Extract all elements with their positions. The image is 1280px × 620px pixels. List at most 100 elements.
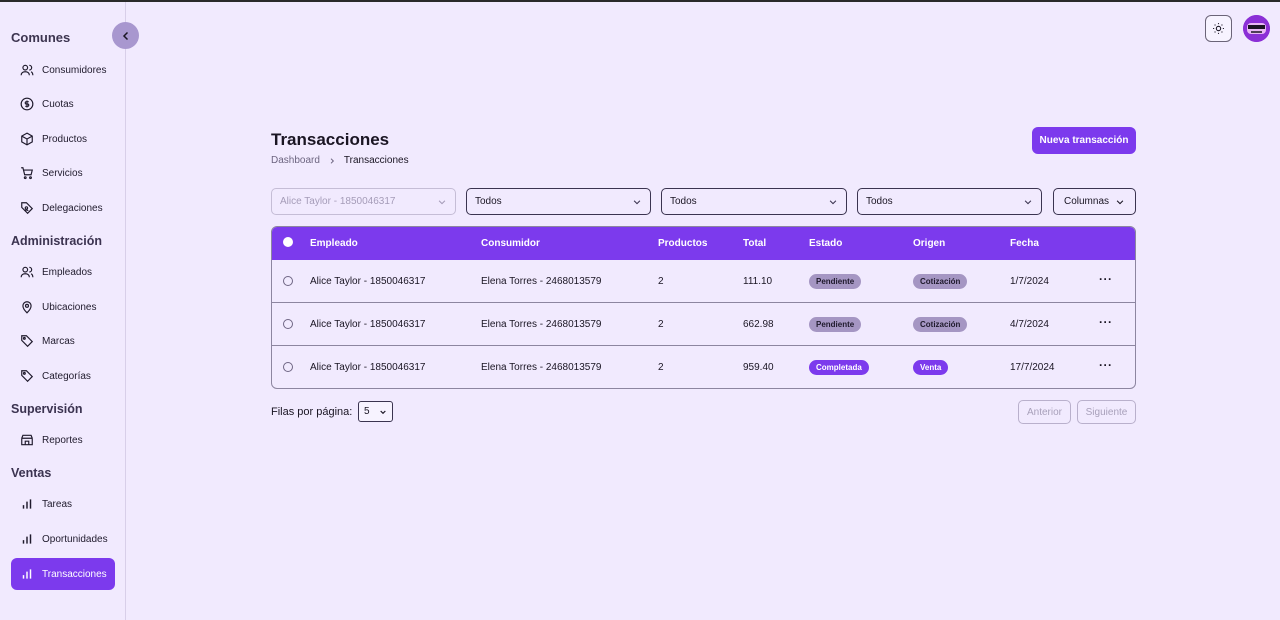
avatar[interactable] xyxy=(1243,15,1270,42)
sidebar-item-label: Transacciones xyxy=(42,568,107,580)
filter-value: Todos xyxy=(670,196,697,207)
next-page-button[interactable]: Siguiente xyxy=(1077,400,1136,424)
consumer-filter-select[interactable]: Todos xyxy=(466,188,651,215)
sidebar-item-productos[interactable]: Productos xyxy=(11,123,115,155)
row-select-radio[interactable] xyxy=(283,319,293,329)
chevron-left-icon xyxy=(122,31,128,40)
sidebar-item-reportes[interactable]: Reportes xyxy=(11,424,115,456)
sidebar-heading-supervision: Supervisión xyxy=(11,402,83,416)
sidebar-item-label: Servicios xyxy=(42,167,83,179)
breadcrumb-current: Transacciones xyxy=(343,155,409,166)
breadcrumb: Dashboard Transacciones xyxy=(271,155,409,166)
sidebar-item-marcas[interactable]: Marcas xyxy=(11,325,115,357)
store-icon xyxy=(21,434,33,446)
row-select-radio[interactable] xyxy=(283,276,293,286)
filter-value: Todos xyxy=(866,196,893,207)
row-actions-button[interactable]: ··· xyxy=(1099,315,1113,329)
filter-value: Todos xyxy=(475,196,502,207)
sun-icon xyxy=(1213,23,1224,34)
sidebar-item-tareas[interactable]: Tareas xyxy=(11,488,115,520)
new-transaction-button[interactable]: Nueva transacción xyxy=(1032,127,1136,154)
transactions-table: Empleado Consumidor Productos Total Esta… xyxy=(271,226,1136,389)
origin-badge: Venta xyxy=(913,360,949,375)
sidebar-item-label: Marcas xyxy=(42,335,75,347)
rows-per-page-value: 5 xyxy=(364,406,370,417)
bar-chart-icon xyxy=(22,569,32,579)
collapse-sidebar-button[interactable] xyxy=(112,22,139,49)
map-pin-icon xyxy=(22,301,32,314)
row-actions-button[interactable]: ··· xyxy=(1099,272,1113,286)
table-row: Alice Taylor - 1850046317 Elena Torres -… xyxy=(272,260,1135,303)
cell-productos: 2 xyxy=(658,362,664,373)
cell-empleado: Alice Taylor - 1850046317 xyxy=(310,362,426,373)
table-header: Empleado Consumidor Productos Total Esta… xyxy=(272,227,1135,260)
cell-total: 111.10 xyxy=(743,276,773,287)
cell-total: 662.98 xyxy=(743,319,774,330)
cell-productos: 2 xyxy=(658,276,664,287)
select-all-radio[interactable] xyxy=(283,237,293,247)
sidebar-item-label: Empleados xyxy=(42,266,93,278)
sidebar-item-cuotas[interactable]: Cuotas xyxy=(11,88,115,120)
sidebar-item-label: Cuotas xyxy=(42,98,74,110)
sidebar-item-transacciones[interactable]: Transacciones xyxy=(11,558,115,590)
cell-fecha: 1/7/2024 xyxy=(1010,276,1049,287)
column-header-origen[interactable]: Origen xyxy=(913,238,945,249)
column-header-fecha[interactable]: Fecha xyxy=(1010,238,1039,249)
sidebar-heading-administracion: Administración xyxy=(11,234,102,248)
sidebar-item-label: Productos xyxy=(42,133,88,145)
tag-user-icon xyxy=(21,202,34,215)
sidebar-item-categorias[interactable]: Categorías xyxy=(11,360,115,392)
previous-page-button[interactable]: Anterior xyxy=(1018,400,1071,424)
origin-filter-select[interactable]: Todos xyxy=(857,188,1042,215)
cart-icon xyxy=(21,167,33,180)
tag-icon xyxy=(21,335,34,348)
status-filter-select[interactable]: Todos xyxy=(661,188,847,215)
cell-total: 959.40 xyxy=(743,362,774,373)
row-actions-button[interactable]: ··· xyxy=(1099,358,1113,372)
cell-consumidor: Elena Torres - 2468013579 xyxy=(481,319,602,330)
sidebar-item-delegaciones[interactable]: Delegaciones xyxy=(11,192,115,224)
sidebar-item-ubicaciones[interactable]: Ubicaciones xyxy=(11,291,115,323)
columns-label: Columnas xyxy=(1063,196,1110,207)
chevron-down-icon xyxy=(633,199,641,204)
chevron-down-icon xyxy=(380,410,386,414)
rows-per-page-select[interactable]: 5 xyxy=(358,401,393,422)
chevron-down-icon xyxy=(1024,199,1032,204)
cell-fecha: 17/7/2024 xyxy=(1010,362,1055,373)
theme-toggle-button[interactable] xyxy=(1205,15,1232,42)
sidebar-heading-ventas: Ventas xyxy=(11,466,52,480)
cell-empleado: Alice Taylor - 1850046317 xyxy=(310,276,426,287)
tag-icon xyxy=(21,370,34,383)
sidebar-heading-comunes: Comunes xyxy=(11,30,71,45)
cell-consumidor: Elena Torres - 2468013579 xyxy=(481,276,602,287)
breadcrumb-dashboard[interactable]: Dashboard xyxy=(271,155,320,166)
origin-badge: Cotización xyxy=(913,274,968,289)
sidebar-item-empleados[interactable]: Empleados xyxy=(11,256,115,288)
column-header-productos[interactable]: Productos xyxy=(658,238,707,249)
column-header-total[interactable]: Total xyxy=(743,238,766,249)
column-header-empleado[interactable]: Empleado xyxy=(310,238,358,249)
cell-empleado: Alice Taylor - 1850046317 xyxy=(310,319,426,330)
sidebar-item-label: Ubicaciones xyxy=(42,301,97,313)
sidebar: Comunes Consumidores Cuotas Productos Se… xyxy=(0,2,126,620)
sidebar-item-consumidores[interactable]: Consumidores xyxy=(11,54,115,86)
status-badge: Completada xyxy=(809,360,869,375)
page-title: Transacciones xyxy=(271,130,390,149)
chevron-down-icon xyxy=(829,199,837,204)
columns-button[interactable]: Columnas xyxy=(1053,188,1136,215)
sidebar-item-label: Tareas xyxy=(42,498,73,510)
sidebar-item-label: Oportunidades xyxy=(42,533,108,545)
table-row: Alice Taylor - 1850046317 Elena Torres -… xyxy=(272,303,1135,346)
cell-consumidor: Elena Torres - 2468013579 xyxy=(481,362,602,373)
user-avatar-icon xyxy=(1243,15,1270,42)
sidebar-item-servicios[interactable]: Servicios xyxy=(11,157,115,189)
users-icon xyxy=(20,266,34,278)
sidebar-item-oportunidades[interactable]: Oportunidades xyxy=(11,523,115,555)
employee-filter-value: Alice Taylor - 1850046317 xyxy=(280,196,396,207)
cell-productos: 2 xyxy=(658,319,664,330)
sidebar-item-label: Reportes xyxy=(42,434,83,446)
column-header-estado[interactable]: Estado xyxy=(809,238,842,249)
row-select-radio[interactable] xyxy=(283,362,293,372)
employee-filter-select[interactable]: Alice Taylor - 1850046317 xyxy=(271,188,456,215)
column-header-consumidor[interactable]: Consumidor xyxy=(481,238,540,249)
